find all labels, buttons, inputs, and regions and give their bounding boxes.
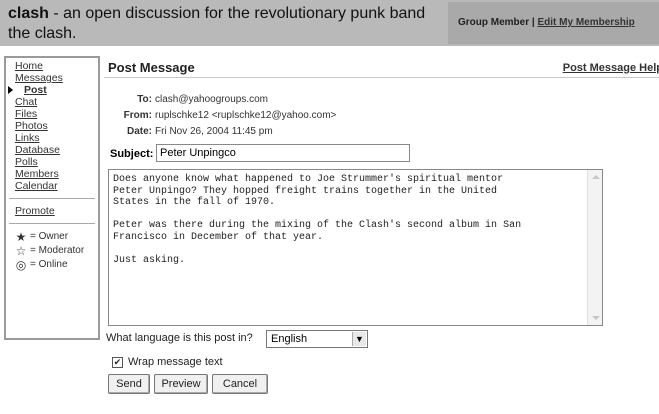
sidebar-current-wrap: Post [6, 84, 98, 96]
to-value: clash@yahoogroups.com [155, 94, 268, 105]
online-icon: ◎ [15, 258, 27, 272]
star-filled-icon: ★ [15, 230, 27, 244]
star-outline-icon: ☆ [15, 244, 27, 258]
title-bar: Post Message Post Message Help [104, 56, 659, 78]
legend-owner: ★ = Owner [14, 230, 98, 244]
legend-owner-label: = Owner [30, 231, 69, 242]
sidebar-divider [9, 198, 95, 199]
membership-bar: Group Member | Edit My Membership [448, 2, 659, 44]
from-label: From: [123, 110, 152, 121]
scroll-down-icon[interactable] [592, 316, 600, 320]
member-status: Group Member [458, 17, 530, 28]
sidebar-divider [9, 223, 95, 224]
sidebar-item-links[interactable]: Links [15, 132, 98, 144]
message-scrollbar[interactable] [587, 170, 602, 325]
edit-membership-link[interactable]: Edit My Membership [537, 17, 634, 28]
legend-moderator-label: = Moderator [30, 245, 85, 256]
message-body[interactable]: Does anyone know what happened to Joe St… [113, 174, 581, 267]
sidebar-item-members[interactable]: Members [15, 168, 98, 180]
wrap-message-option[interactable]: ✔ Wrap message text [112, 356, 223, 368]
sidebar-item-messages[interactable]: Messages [15, 72, 98, 84]
sidebar-item-post[interactable]: Post [24, 84, 98, 96]
subject-label: Subject: [110, 148, 154, 160]
post-message-panel: Post Message Post Message Help To: clash@… [104, 56, 659, 414]
cancel-button[interactable]: Cancel [212, 374, 268, 394]
sidebar-item-files[interactable]: Files [15, 108, 98, 120]
language-select[interactable]: English ▼ [266, 330, 368, 348]
post-message-help-link[interactable]: Post Message Help [563, 62, 659, 74]
from-value: ruplschke12 <ruplschke12@yahoo.com> [155, 110, 337, 121]
legend-online-label: = Online [30, 259, 68, 270]
chevron-down-icon[interactable]: ▼ [352, 332, 366, 346]
language-prompt: What language is this post in? [106, 332, 253, 344]
group-header: clash - an open discussion for the revol… [0, 0, 659, 46]
group-title: clash - an open discussion for the revol… [8, 4, 448, 44]
wrap-message-label: Wrap message text [128, 356, 223, 368]
wrap-message-checkbox[interactable]: ✔ [112, 356, 123, 368]
page-title: Post Message [108, 60, 195, 75]
sidebar-nav: Home Messages Post Chat Files Photos Lin… [4, 56, 100, 340]
sidebar-item-home[interactable]: Home [15, 60, 98, 72]
current-arrow-icon [8, 86, 13, 94]
preview-button[interactable]: Preview [154, 374, 208, 394]
legend-online: ◎ = Online [14, 258, 98, 272]
sidebar-item-photos[interactable]: Photos [15, 120, 98, 132]
sidebar-item-chat[interactable]: Chat [15, 96, 98, 108]
sidebar-item-polls[interactable]: Polls [15, 156, 98, 168]
to-label: To: [137, 94, 152, 105]
legend-moderator: ☆ = Moderator [14, 244, 98, 258]
from-row: From: ruplschke12 <ruplschke12@yahoo.com> [108, 110, 337, 122]
group-description: - an open discussion for the revolutiona… [8, 5, 426, 42]
date-row: Date: Fri Nov 26, 2004 11:45 pm [108, 126, 273, 138]
scroll-up-icon[interactable] [592, 175, 600, 179]
language-selected: English [271, 333, 308, 345]
date-label: Date: [126, 126, 152, 137]
sidebar-item-calendar[interactable]: Calendar [15, 180, 98, 192]
send-button[interactable]: Send [108, 374, 150, 394]
date-value: Fri Nov 26, 2004 11:45 pm [155, 126, 273, 137]
sidebar-item-database[interactable]: Database [15, 144, 98, 156]
message-textarea[interactable]: Does anyone know what happened to Joe St… [108, 169, 603, 326]
sidebar-item-promote[interactable]: Promote [15, 205, 98, 217]
group-name: clash [8, 5, 49, 22]
to-row: To: clash@yahoogroups.com [108, 94, 268, 106]
subject-input[interactable] [156, 144, 410, 162]
